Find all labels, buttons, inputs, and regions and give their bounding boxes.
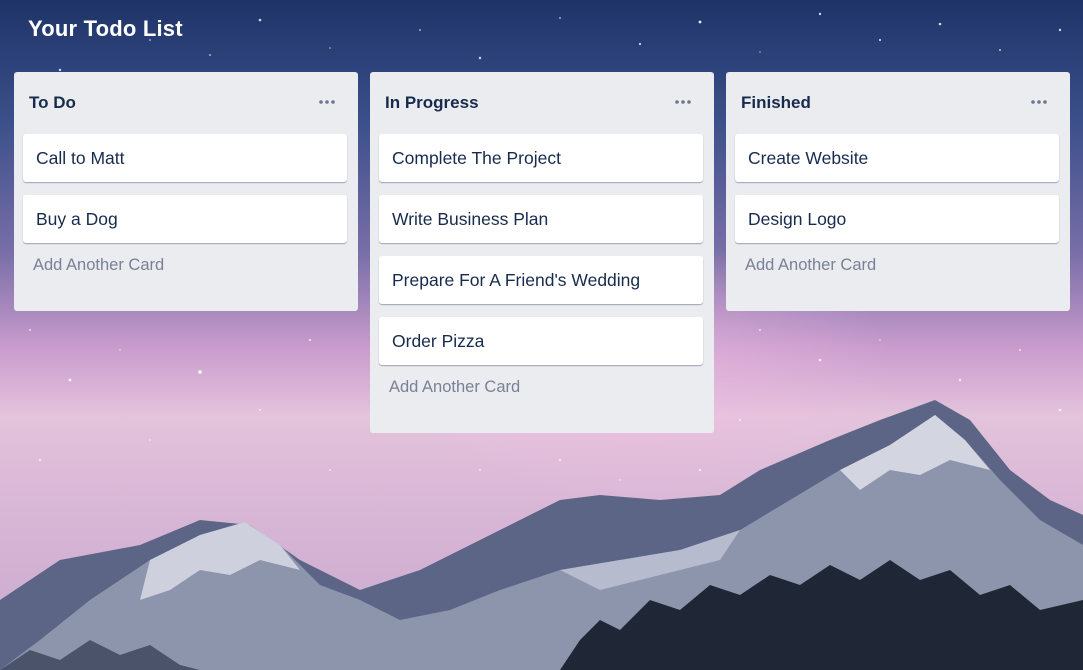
board-background: Your Todo List To Do Call to Matt Buy a … bbox=[0, 0, 1083, 670]
list-header: Finished bbox=[735, 72, 1059, 134]
list-title: Finished bbox=[741, 93, 811, 112]
list-to-do: To Do Call to Matt Buy a Dog Add Another… bbox=[14, 72, 358, 311]
card[interactable]: Create Website bbox=[735, 134, 1059, 182]
list-title: To Do bbox=[29, 93, 76, 112]
board-title: Your Todo List bbox=[28, 16, 183, 41]
add-card-button[interactable]: Add Another Card bbox=[735, 256, 1059, 275]
list-header: To Do bbox=[23, 72, 347, 134]
card[interactable]: Order Pizza bbox=[379, 317, 703, 365]
list-title: In Progress bbox=[385, 93, 479, 112]
ellipsis-icon[interactable] bbox=[315, 95, 339, 109]
card[interactable]: Complete The Project bbox=[379, 134, 703, 182]
add-card-button[interactable]: Add Another Card bbox=[379, 378, 703, 397]
add-card-button[interactable]: Add Another Card bbox=[23, 256, 347, 275]
ellipsis-icon[interactable] bbox=[671, 95, 695, 109]
card[interactable]: Prepare For A Friend's Wedding bbox=[379, 256, 703, 304]
list-in-progress: In Progress Complete The Project Write B… bbox=[370, 72, 714, 433]
card[interactable]: Design Logo bbox=[735, 195, 1059, 243]
list-finished: Finished Create Website Design Logo Add … bbox=[726, 72, 1070, 311]
card[interactable]: Call to Matt bbox=[23, 134, 347, 182]
card[interactable]: Buy a Dog bbox=[23, 195, 347, 243]
ellipsis-icon[interactable] bbox=[1027, 95, 1051, 109]
list-header: In Progress bbox=[379, 72, 703, 134]
card[interactable]: Write Business Plan bbox=[379, 195, 703, 243]
